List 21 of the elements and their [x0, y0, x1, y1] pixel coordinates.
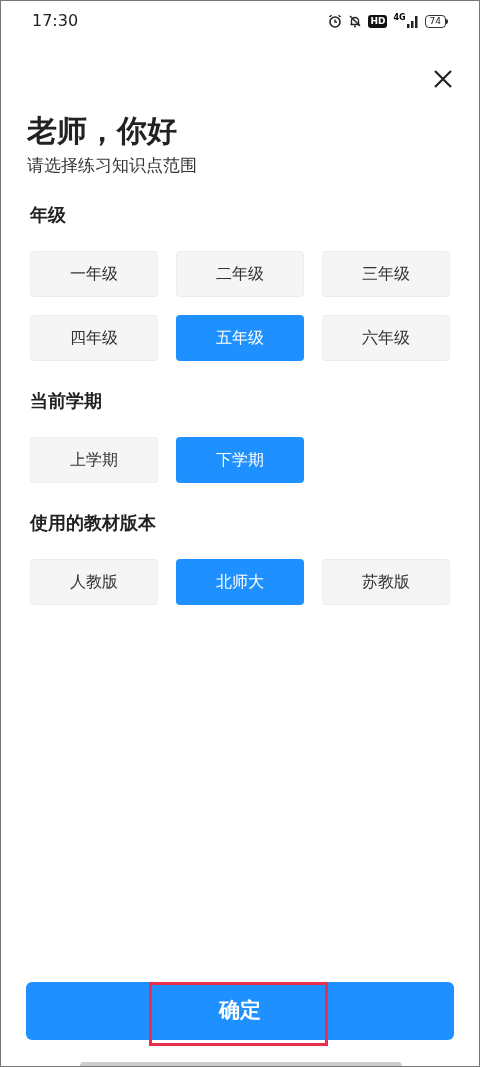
section-label: 当前学期 — [30, 388, 103, 413]
section-label: 年级 — [30, 202, 67, 227]
option-button[interactable]: 二年级 — [176, 250, 304, 297]
section-label: 使用的教材版本 — [30, 510, 157, 535]
option-button[interactable]: 人教版 — [30, 558, 158, 605]
option-button[interactable]: 六年级 — [322, 314, 450, 361]
option-button[interactable]: 四年级 — [30, 314, 158, 361]
signal-icon — [406, 14, 419, 28]
muted-bell-icon — [348, 14, 363, 28]
page-title: 老师，你好 — [27, 112, 178, 150]
option-button[interactable]: 上学期 — [30, 436, 158, 483]
alarm-icon — [328, 14, 343, 28]
network-label: 4G — [393, 14, 406, 22]
option-button[interactable]: 三年级 — [322, 250, 450, 297]
option-button[interactable]: 一年级 — [30, 250, 158, 297]
hd-badge: HD — [368, 14, 388, 28]
option-button[interactable]: 苏教版 — [322, 558, 450, 605]
close-icon[interactable] — [433, 69, 453, 89]
page-subtitle: 请选择练习知识点范围 — [27, 154, 198, 177]
battery-icon: 74 — [424, 14, 448, 28]
status-time: 17:30 — [32, 10, 79, 32]
